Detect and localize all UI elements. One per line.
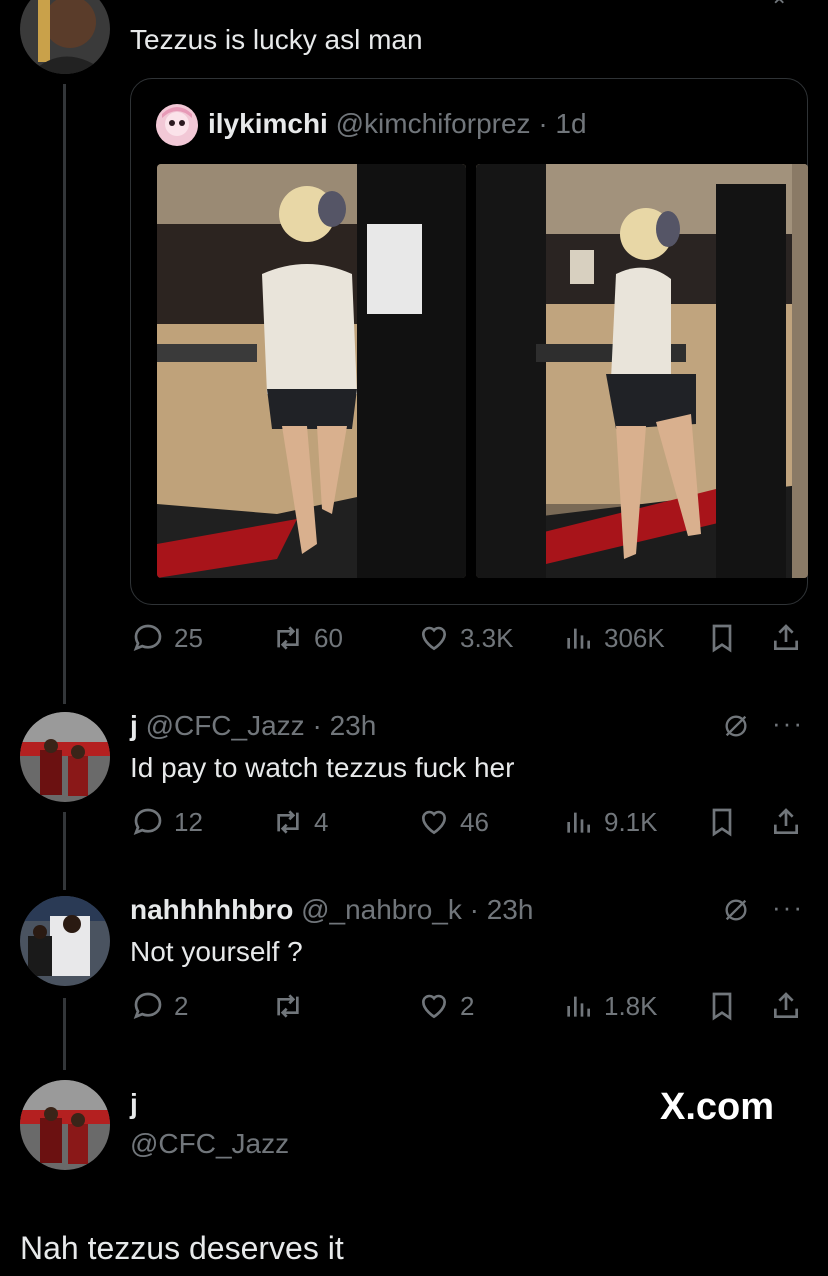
reply1-repost-button[interactable]: 4 bbox=[272, 806, 328, 838]
reply2-header: nahhhhhbro @_nahbro_k · 23h bbox=[130, 894, 533, 926]
truncated-header: ⌃ bbox=[770, 0, 789, 19]
views-icon bbox=[567, 996, 590, 1017]
reply2-like-count: 2 bbox=[460, 990, 475, 1021]
like-icon bbox=[421, 994, 447, 1019]
reply1-display-name[interactable]: j bbox=[130, 710, 138, 741]
main-post-display-name[interactable]: j bbox=[130, 1088, 138, 1120]
main-post-avatar[interactable] bbox=[20, 1080, 110, 1170]
repost-icon bbox=[277, 810, 299, 834]
reply-icon bbox=[133, 808, 162, 836]
reply1-avatar[interactable] bbox=[20, 712, 110, 802]
reply1-views-button[interactable]: 9.1K bbox=[562, 806, 658, 838]
quoted-time: · 1d bbox=[538, 108, 587, 139]
share-icon bbox=[774, 624, 798, 650]
bookmark-icon bbox=[712, 808, 732, 837]
thread-line-2 bbox=[63, 812, 66, 890]
reply1-header: j @CFC_Jazz · 23h bbox=[130, 710, 376, 742]
reply2-handle[interactable]: @_nahbro_k bbox=[301, 894, 462, 925]
reply2-text: Not yourself ? bbox=[130, 936, 303, 967]
reply1-more-icon[interactable]: ··· bbox=[772, 708, 804, 739]
reply1-reply-count: 12 bbox=[174, 806, 203, 837]
reply2-bookmark-button[interactable] bbox=[706, 990, 738, 1022]
views-button[interactable]: 306K bbox=[562, 622, 665, 654]
reply1-like-count: 46 bbox=[460, 806, 489, 837]
reply-icon bbox=[133, 624, 162, 652]
reply-count: 25 bbox=[174, 622, 203, 653]
reply2-like-button[interactable]: 2 bbox=[418, 990, 474, 1022]
share-button[interactable] bbox=[770, 622, 802, 654]
quoted-display-name[interactable]: ilykimchi bbox=[208, 108, 328, 139]
reply-icon bbox=[133, 992, 162, 1020]
reply1-handle[interactable]: @CFC_Jazz bbox=[146, 710, 305, 741]
reply2-time: · 23h bbox=[469, 894, 534, 925]
reply2-views-button[interactable]: 1.8K bbox=[562, 990, 658, 1022]
reply2-reply-button[interactable]: 2 bbox=[132, 990, 188, 1022]
quoted-media-1[interactable] bbox=[157, 164, 466, 578]
avatar[interactable] bbox=[20, 0, 110, 74]
bookmark-icon bbox=[712, 624, 732, 653]
repost-button[interactable]: 60 bbox=[272, 622, 343, 654]
reply1-bookmark-button[interactable] bbox=[706, 806, 738, 838]
bookmark-icon bbox=[712, 992, 732, 1021]
quoted-media-2[interactable] bbox=[476, 164, 808, 578]
thread-line-3 bbox=[63, 998, 66, 1070]
reply1-like-button[interactable]: 46 bbox=[418, 806, 489, 838]
views-count: 306K bbox=[604, 622, 665, 653]
reply1-share-button[interactable] bbox=[770, 806, 802, 838]
reply2-grok-icon[interactable] bbox=[722, 896, 750, 924]
quoted-header: ilykimchi @kimchiforprez · 1d bbox=[208, 108, 587, 140]
share-icon bbox=[774, 808, 798, 834]
bookmark-button[interactable] bbox=[706, 622, 738, 654]
reply2-display-name[interactable]: nahhhhhbro bbox=[130, 894, 293, 925]
reply1-repost-count: 4 bbox=[314, 806, 329, 837]
reply2-share-button[interactable] bbox=[770, 990, 802, 1022]
repost-icon bbox=[277, 626, 299, 650]
repost-count: 60 bbox=[314, 622, 343, 653]
reply1-time: · 23h bbox=[312, 710, 377, 741]
reply1-reply-button[interactable]: 12 bbox=[132, 806, 203, 838]
views-icon bbox=[567, 812, 590, 833]
reply1-views-count: 9.1K bbox=[604, 806, 658, 837]
like-icon bbox=[421, 810, 447, 835]
reply1-grok-icon[interactable] bbox=[722, 712, 750, 740]
repost-icon bbox=[277, 994, 299, 1018]
reply1-text: Id pay to watch tezzus fuck her bbox=[130, 752, 515, 783]
reply2-avatar[interactable] bbox=[20, 896, 110, 986]
thread-line-1 bbox=[63, 84, 66, 704]
x-com-watermark: X.com bbox=[660, 1086, 775, 1128]
like-button[interactable]: 3.3K bbox=[418, 622, 514, 654]
views-icon bbox=[567, 628, 590, 649]
reply2-more-icon[interactable]: ··· bbox=[772, 892, 804, 923]
reply-button[interactable]: 25 bbox=[132, 622, 203, 654]
reply2-repost-button[interactable] bbox=[272, 990, 314, 1022]
main-post-text: Nah tezzus deserves it bbox=[20, 1230, 344, 1266]
top-tweet-text: Tezzus is lucky asl man bbox=[130, 24, 423, 55]
like-icon bbox=[421, 626, 447, 651]
share-icon bbox=[774, 992, 798, 1018]
reply2-reply-count: 2 bbox=[174, 990, 189, 1021]
quoted-avatar[interactable] bbox=[156, 104, 198, 146]
quoted-handle[interactable]: @kimchiforprez bbox=[336, 108, 531, 139]
reply2-views-count: 1.8K bbox=[604, 990, 658, 1021]
like-count: 3.3K bbox=[460, 622, 514, 653]
main-post-handle[interactable]: @CFC_Jazz bbox=[130, 1128, 289, 1160]
